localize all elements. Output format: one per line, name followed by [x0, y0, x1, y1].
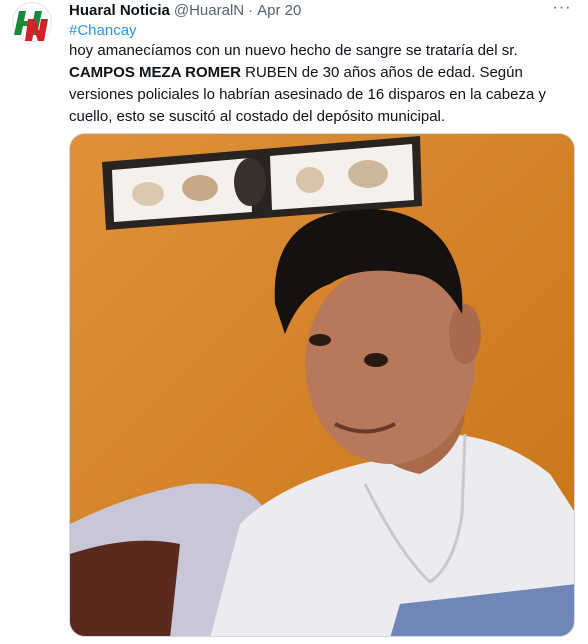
avatar[interactable] — [12, 2, 52, 42]
tweet-text-part1: hoy amanecíamos con un nuevo hecho de sa… — [69, 42, 518, 59]
tweet-text: hoy amanecíamos con un nuevo hecho de sa… — [69, 40, 569, 128]
author-handle[interactable]: @HuaralN — [174, 2, 244, 19]
hashtag-link[interactable]: #Chancay — [69, 21, 137, 41]
huaral-noticia-logo — [14, 11, 48, 41]
author-name[interactable]: Huaral Noticia — [69, 2, 170, 19]
separator: · — [248, 1, 254, 19]
tweet-header: Huaral Noticia @HuaralN · Apr 20 — [69, 0, 301, 20]
tweet-photo[interactable] — [69, 133, 575, 637]
tweet-text-bold: CAMPOS MEZA ROMER — [69, 64, 241, 81]
photo-illustration — [70, 134, 574, 636]
tweet-date[interactable]: Apr 20 — [257, 2, 301, 19]
more-options-icon[interactable]: ··· — [550, 0, 574, 18]
